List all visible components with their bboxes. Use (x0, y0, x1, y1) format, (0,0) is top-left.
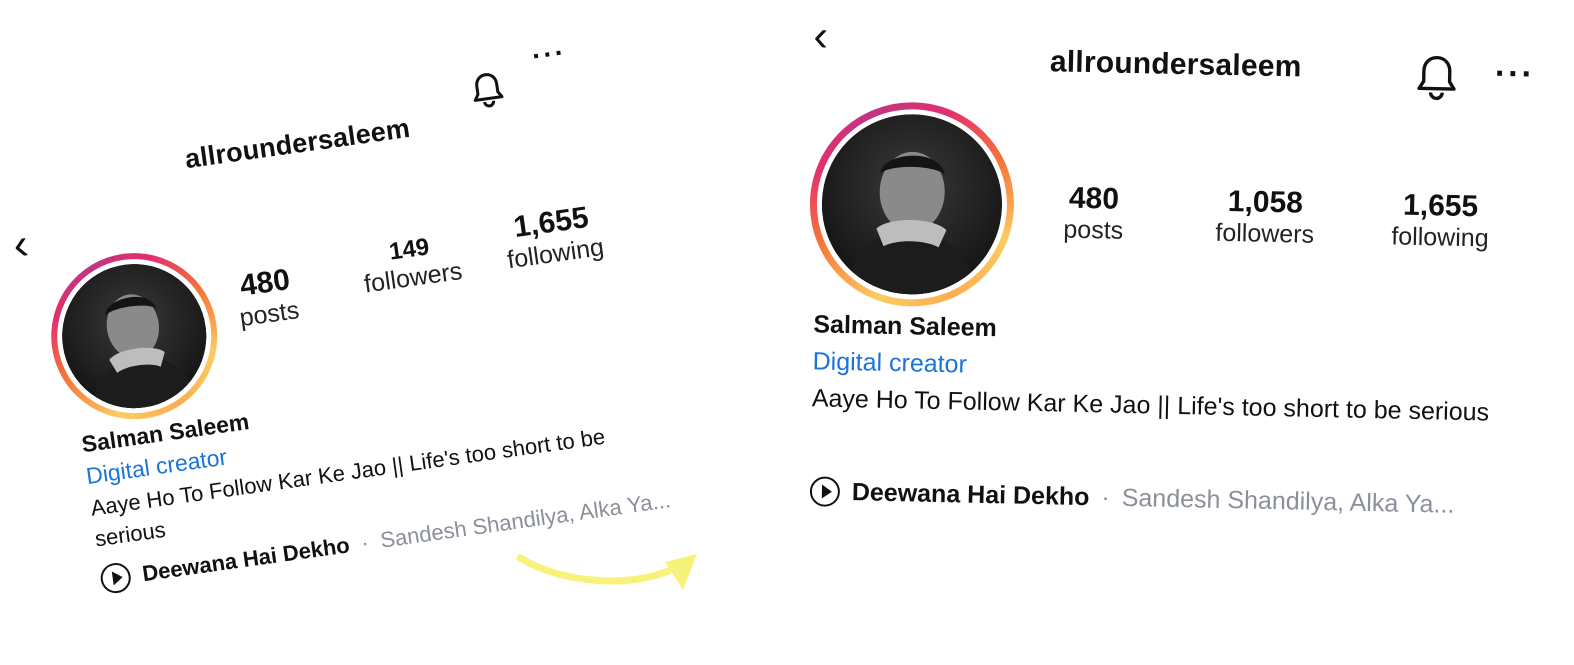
following-count: 1,655 (1402, 188, 1479, 224)
after-profile-panel: ‹ allroundersaleem ··· 480 posts 1,058 f… (800, 0, 1560, 598)
followers-count: 1,058 (1227, 184, 1304, 220)
profile-music[interactable]: Deewana Hai Dekho · Sandesh Shandilya, A… (809, 476, 1455, 519)
posts-count: 480 (1068, 181, 1120, 216)
before-profile-panel: ‹ allroundersaleem ··· 480 posts 149 fol… (0, 0, 760, 598)
bell-icon[interactable] (468, 69, 508, 116)
play-circle-icon[interactable] (98, 561, 133, 596)
profile-bio: Aaye Ho To Follow Kar Ke Jao || Life's t… (811, 384, 1490, 427)
music-separator: · (1101, 482, 1111, 512)
following-stat[interactable]: 1,655 following (501, 199, 606, 275)
profile-username: allroundersaleem (1049, 45, 1302, 84)
followers-stat[interactable]: 1,058 followers (1215, 185, 1315, 250)
music-artists: Sandesh Shandilya, Alka Ya... (1121, 483, 1455, 519)
profile-category[interactable]: Digital creator (812, 347, 967, 379)
more-options-icon[interactable]: ··· (530, 36, 568, 71)
music-separator: · (359, 529, 371, 556)
profile-full-name: Salman Saleem (813, 310, 998, 343)
posts-stat[interactable]: 480 posts (1063, 182, 1124, 246)
bell-icon[interactable] (1414, 53, 1459, 109)
back-chevron-icon[interactable]: ‹ (813, 11, 829, 60)
profile-username: allroundersaleem (183, 112, 412, 175)
posts-label: posts (1063, 215, 1124, 245)
back-chevron-icon[interactable]: ‹ (10, 219, 31, 270)
followers-label: followers (1215, 218, 1315, 249)
following-stat[interactable]: 1,655 following (1391, 188, 1490, 253)
more-options-icon[interactable]: ··· (1494, 55, 1535, 94)
posts-stat[interactable]: 480 posts (233, 262, 301, 333)
after-profile-content: ‹ allroundersaleem ··· 480 posts 1,058 f… (794, 0, 1566, 606)
followers-stat[interactable]: 149 followers (358, 229, 464, 299)
following-label: following (1391, 222, 1489, 253)
music-song: Deewana Hai Dekho (851, 477, 1090, 511)
curved-arrow-icon (516, 554, 697, 590)
play-circle-icon[interactable] (809, 476, 841, 507)
